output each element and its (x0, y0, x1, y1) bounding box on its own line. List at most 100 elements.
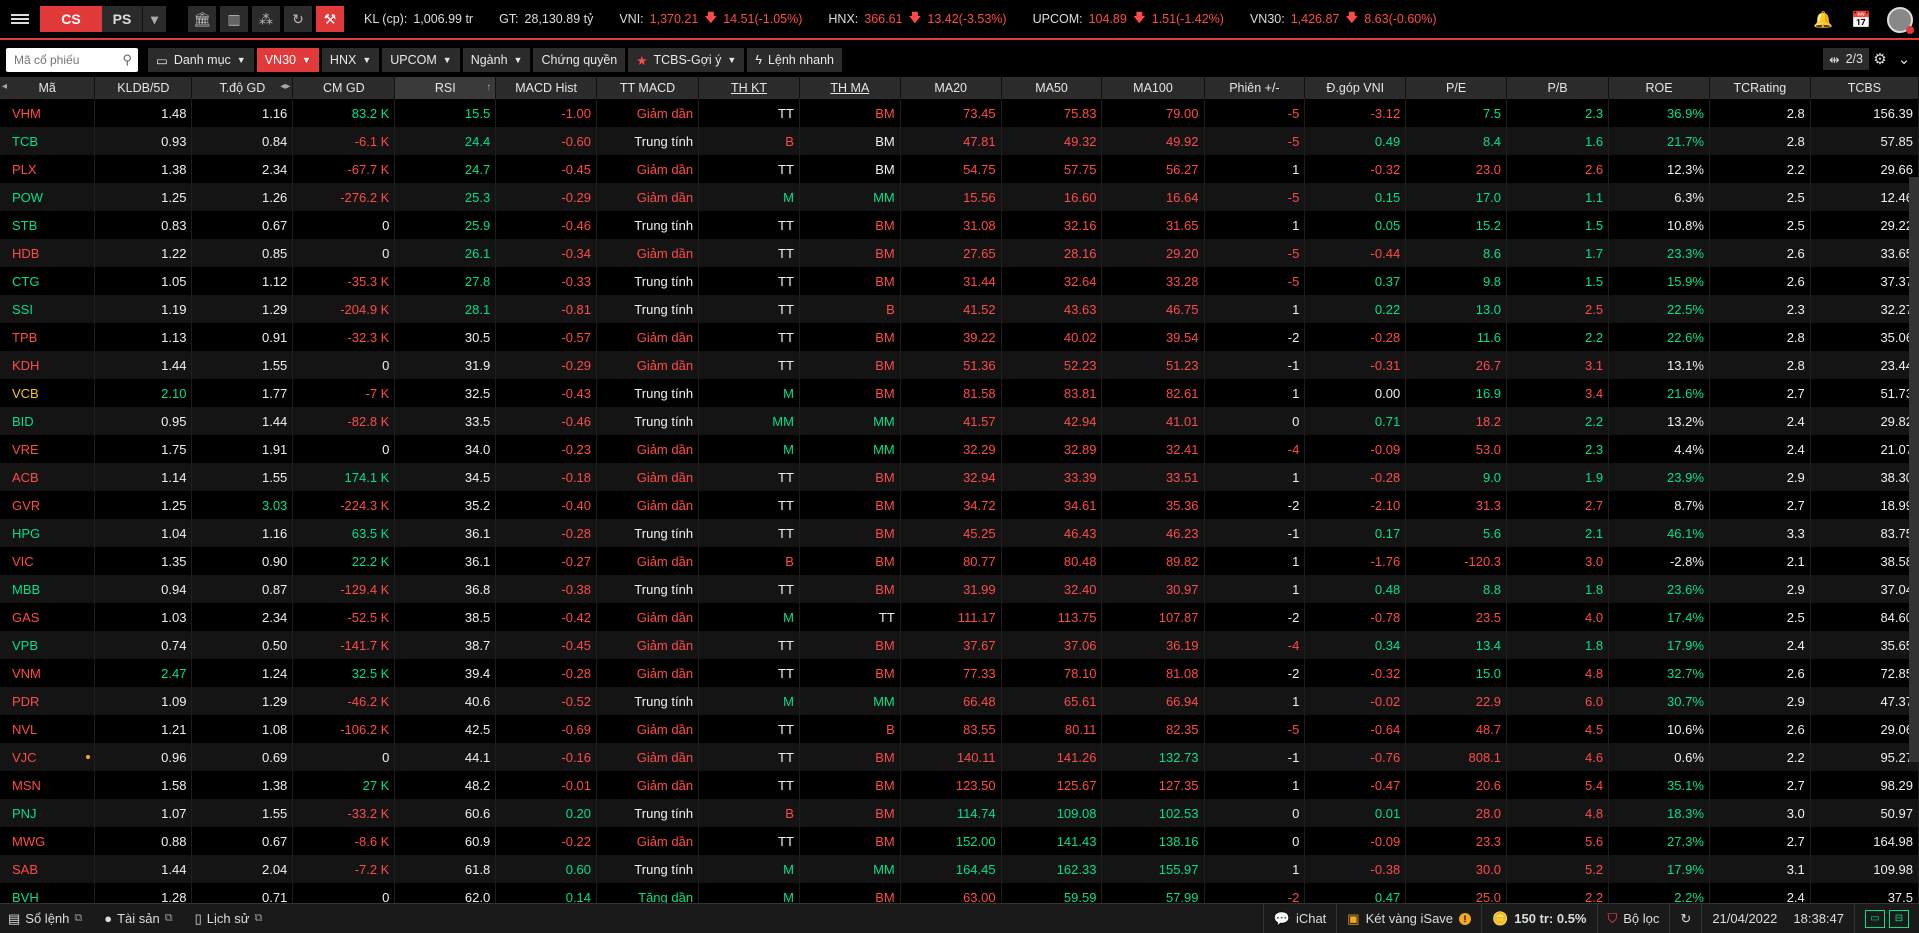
sort-ascending-icon[interactable]: ↑ (486, 82, 491, 93)
stock-symbol[interactable]: STB (0, 211, 96, 239)
index-name[interactable]: UPCOM: (1033, 12, 1083, 26)
column-resize-icon[interactable]: ◂▸ (280, 81, 290, 92)
history-link[interactable]: ▯ Lịch sử ⧉ (195, 911, 263, 927)
isave-button[interactable]: ▣ Két vàng iSave ! (1336, 904, 1481, 933)
refresh-cycle-icon[interactable]: ↻ (284, 6, 312, 32)
stock-symbol[interactable]: SAB (0, 855, 96, 883)
chevron-down-icon[interactable]: ⌄ (1893, 48, 1915, 70)
column-header[interactable]: TH MA (799, 77, 901, 99)
search-box[interactable]: ⚲ (6, 48, 138, 72)
stock-symbol[interactable]: MSN (0, 771, 96, 799)
stock-symbol[interactable]: GVR (0, 491, 96, 519)
stock-symbol[interactable]: VIC (0, 547, 96, 575)
hamburger-menu-icon[interactable] (0, 0, 40, 39)
market-dropdown-icon[interactable]: ▾ (142, 6, 166, 32)
vn30-dropdown[interactable]: VN30 ▼ (256, 48, 319, 72)
column-header[interactable]: Đ.góp VNI (1304, 77, 1407, 99)
table-row[interactable]: STB 0.83 0.67 0 25.9 -0.46 Trung tính TT BM 31.08… (0, 211, 1919, 239)
bell-icon[interactable]: 🔔 (1811, 8, 1835, 32)
filter-button[interactable]: ⛉ Bộ lọc (1596, 904, 1670, 933)
settings-gear-icon[interactable]: ⚙ (1869, 48, 1891, 70)
upcom-dropdown[interactable]: UPCOM ▼ (382, 48, 460, 72)
tcbs-suggest-dropdown[interactable]: ★ TCBS-Gợi ý ▼ (628, 48, 745, 72)
table-row[interactable]: POW 1.25 1.26 -276.2 K 25.3 -0.29 Giảm dần M MM 1… (0, 183, 1919, 211)
bubble-chart-icon[interactable]: ⁂ (252, 6, 280, 32)
index-name[interactable]: VN30: (1250, 12, 1285, 26)
industry-dropdown[interactable]: Ngành ▼ (462, 48, 531, 72)
interest-rate-button[interactable]: 🪙 150 tr: 0.5% (1481, 904, 1596, 933)
column-header[interactable]: T.độ GD ◂▸ (191, 77, 294, 99)
stock-symbol[interactable]: BVH (0, 883, 96, 903)
table-row[interactable]: BVH 1.28 0.71 0 62.0 0.14 Tăng dần M BM 63.00 59.5… (0, 883, 1919, 903)
column-pager[interactable]: ⇹ 2/3 (1823, 48, 1869, 70)
hnx-dropdown[interactable]: HNX ▼ (321, 48, 380, 72)
table-row[interactable]: CTG 1.05 1.12 -35.3 K 27.8 -0.33 Trung tính TT B… (0, 267, 1919, 295)
table-row[interactable]: VHM 1.48 1.16 83.2 K 15.5 -1.00 Giảm dần TT BM 73… (0, 99, 1919, 127)
column-header[interactable]: MA100 (1101, 77, 1205, 99)
stock-symbol[interactable]: TCB (0, 127, 96, 155)
calendar-icon[interactable]: 📅 (1849, 8, 1873, 32)
watchlist-dropdown[interactable]: ▭ Danh mục ▼ (148, 48, 254, 72)
column-header[interactable]: ROE (1608, 77, 1710, 99)
table-row[interactable]: VRE 1.75 1.91 0 34.0 -0.23 Giảm dần M MM 32.29 32.… (0, 435, 1919, 463)
index-name[interactable]: HNX: (828, 12, 858, 26)
avatar[interactable] (1887, 7, 1914, 34)
scroll-left-icon[interactable]: ◂ (2, 81, 7, 92)
stock-symbol[interactable]: VRE (0, 435, 96, 463)
column-header[interactable]: MA20 (900, 77, 1002, 99)
column-header[interactable]: P/B (1506, 77, 1610, 99)
table-row[interactable]: HDB 1.22 0.85 0 26.1 -0.34 Giảm dần TT BM 27.65 28… (0, 239, 1919, 267)
stock-symbol[interactable]: PLX (0, 155, 96, 183)
column-header[interactable]: TCRating (1709, 77, 1811, 99)
column-header[interactable]: CM GD (292, 77, 396, 99)
stock-symbol[interactable]: GAS (0, 603, 96, 631)
refresh-button[interactable]: ↻ (1669, 904, 1701, 933)
table-row[interactable]: PDR 1.09 1.29 -46.2 K 40.6 -0.52 Trung tính M MM… (0, 687, 1919, 715)
stock-symbol[interactable]: ACB (0, 463, 96, 491)
table-row[interactable]: ACB 1.14 1.55 174.1 K 34.5 -0.18 Giảm dần TT BM 3… (0, 463, 1919, 491)
column-header[interactable]: MACD Hist (495, 77, 598, 99)
stock-symbol[interactable]: PNJ (0, 799, 96, 827)
table-row[interactable]: KDH 1.44 1.55 0 31.9 -0.29 Giảm dần TT BM 51.36 52… (0, 351, 1919, 379)
stock-symbol[interactable]: VHM (0, 99, 96, 127)
stock-symbol[interactable]: PDR (0, 687, 96, 715)
stock-symbol[interactable]: SSI (0, 295, 96, 323)
table-row[interactable]: MSN 1.58 1.38 27 K 48.2 -0.01 Giảm dần TT BM 123.… (0, 771, 1919, 799)
assets-link[interactable]: ● Tài sản ⧉ (104, 911, 172, 926)
building-icon[interactable]: 🏛 (188, 6, 216, 32)
stock-symbol[interactable]: MWG (0, 827, 96, 855)
table-row[interactable]: MBB 0.94 0.87 -129.4 K 36.8 -0.38 Trung tính TT… (0, 575, 1919, 603)
stock-symbol[interactable]: POW (0, 183, 96, 211)
candlestick-chart-icon[interactable]: ▥ (220, 6, 248, 32)
column-header[interactable]: RSI ↑ (394, 77, 497, 99)
search-input[interactable] (12, 52, 116, 68)
vertical-scrollbar[interactable] (1909, 177, 1919, 762)
column-header[interactable]: ◂ Mã (0, 77, 96, 99)
tab-ps[interactable]: PS (102, 6, 142, 32)
index-name[interactable]: VNI: (619, 12, 643, 26)
stock-symbol[interactable]: VCB (0, 379, 96, 407)
column-header[interactable]: TT MACD (596, 77, 700, 99)
tab-cs[interactable]: CS (40, 6, 102, 32)
warrants-button[interactable]: Chứng quyền (533, 48, 626, 72)
monitor-icon[interactable]: ▭ (1865, 909, 1885, 928)
stock-symbol[interactable]: NVL (0, 715, 96, 743)
table-row[interactable]: GVR 1.25 3.03 -224.3 K 35.2 -0.40 Giảm dần TT BM… (0, 491, 1919, 519)
quick-order-button[interactable]: ϟ Lệnh nhanh (747, 48, 842, 72)
stock-symbol[interactable]: TPB (0, 323, 96, 351)
stock-symbol[interactable]: HDB (0, 239, 96, 267)
column-header[interactable]: P/E (1405, 77, 1508, 99)
table-row[interactable]: SSI 1.19 1.29 -204.9 K 28.1 -0.81 Trung tính TT… (0, 295, 1919, 323)
stock-symbol[interactable]: VNM (0, 659, 96, 687)
stock-symbol[interactable]: HPG (0, 519, 96, 547)
table-row[interactable]: HPG 1.04 1.16 63.5 K 36.1 -0.28 Trung tính TT BM… (0, 519, 1919, 547)
column-header[interactable]: KLDB/5D (94, 77, 193, 99)
stock-symbol[interactable]: CTG (0, 267, 96, 295)
column-header[interactable]: TH KT (698, 77, 800, 99)
stock-symbol[interactable]: MBB (0, 575, 96, 603)
expand-columns-icon[interactable]: ⇹ (1829, 52, 1839, 67)
column-header[interactable]: TCBS (1810, 77, 1919, 99)
table-row[interactable]: TPB 1.13 0.91 -32.3 K 30.5 -0.57 Giảm dần TT BM 3… (0, 323, 1919, 351)
table-row[interactable]: SAB 1.44 2.04 -7.2 K 61.8 0.60 Trung tính M MM 16… (0, 855, 1919, 883)
table-row[interactable]: PNJ 1.07 1.55 -33.2 K 60.6 0.20 Trung tính B BM 1… (0, 799, 1919, 827)
